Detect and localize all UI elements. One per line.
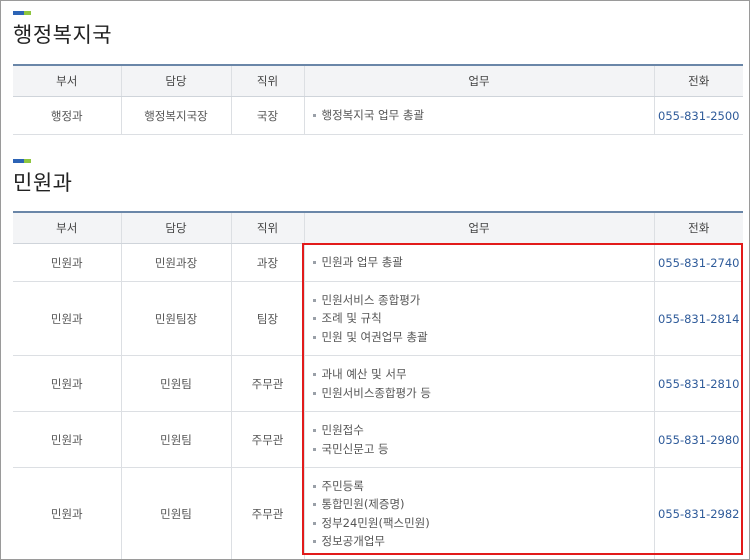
duty-item: 민원서비스종합평가 등 <box>312 384 654 403</box>
cell-role: 민원팀장 <box>120 281 231 356</box>
table-row: 민원과 민원팀 주무관 주민등록 통합민원(제증명) 정부24민원(팩스민원) … <box>13 467 743 559</box>
cell-dept: 민원과 <box>13 243 121 282</box>
duty-item: 정보공개업무 <box>312 532 654 551</box>
cell-duties: 주민등록 통합민원(제증명) 정부24민원(팩스민원) 정보공개업무 <box>303 467 654 559</box>
cell-phone[interactable]: 055-831-2982 <box>653 467 743 559</box>
section-civil-affairs: 민원과 부서 담당 직위 업무 전화 민원과 민원과장 과장 민원과 업무 총괄… <box>13 159 743 559</box>
table-row: 민원과 민원과장 과장 민원과 업무 총괄 055-831-2740 <box>13 243 743 282</box>
cell-dept: 민원과 <box>13 411 121 468</box>
section-title: 민원과 <box>13 171 73 195</box>
table-row: 민원과 민원팀 주무관 민원접수 국민신문고 등 055-831-2980 <box>13 411 743 468</box>
cell-phone[interactable]: 055-831-2740 <box>653 243 743 282</box>
header-role: 담당 <box>120 65 231 97</box>
cell-phone[interactable]: 055-831-2810 <box>653 355 743 412</box>
cell-position: 주무관 <box>230 355 304 412</box>
staff-table: 부서 담당 직위 업무 전화 행정과 행정복지국장 국장 행정복지국 업무 총괄 <box>13 64 743 135</box>
staff-table: 부서 담당 직위 업무 전화 민원과 민원과장 과장 민원과 업무 총괄 055… <box>13 211 743 559</box>
page-frame: 행정복지국 부서 담당 직위 업무 전화 행정과 행정복지국장 국장 행정복지국… <box>0 0 750 560</box>
header-position: 직위 <box>230 212 304 244</box>
duty-item: 민원 및 여권업무 총괄 <box>312 328 654 347</box>
cell-duties: 민원접수 국민신문고 등 <box>303 411 654 468</box>
header-duties: 업무 <box>303 65 654 97</box>
duty-item: 민원접수 <box>312 421 654 440</box>
duty-item: 과내 예산 및 서무 <box>312 365 654 384</box>
cell-dept: 민원과 <box>13 467 121 559</box>
cell-role: 민원팀 <box>120 467 231 559</box>
cell-dept: 민원과 <box>13 355 121 412</box>
cell-position: 국장 <box>230 96 304 135</box>
cell-position: 주무관 <box>230 467 304 559</box>
duty-item: 민원과 업무 총괄 <box>312 253 654 272</box>
title-mark-icon <box>13 159 31 163</box>
cell-role: 민원과장 <box>120 243 231 282</box>
cell-dept: 행정과 <box>13 96 121 135</box>
cell-role: 민원팀 <box>120 411 231 468</box>
cell-duties: 행정복지국 업무 총괄 <box>303 96 654 135</box>
header-phone: 전화 <box>653 212 743 244</box>
cell-duties: 민원서비스 종합평가 조례 및 규칙 민원 및 여권업무 총괄 <box>303 281 654 356</box>
cell-duties: 과내 예산 및 서무 민원서비스종합평가 등 <box>303 355 654 412</box>
table-row: 민원과 민원팀장 팀장 민원서비스 종합평가 조례 및 규칙 민원 및 여권업무… <box>13 281 743 356</box>
cell-phone[interactable]: 055-831-2500 <box>653 96 743 135</box>
header-dept: 부서 <box>13 65 121 97</box>
cell-position: 과장 <box>230 243 304 282</box>
cell-phone[interactable]: 055-831-2980 <box>653 411 743 468</box>
cell-dept: 민원과 <box>13 281 121 356</box>
cell-duties: 민원과 업무 총괄 <box>303 243 654 282</box>
cell-role: 행정복지국장 <box>120 96 231 135</box>
table-row: 행정과 행정복지국장 국장 행정복지국 업무 총괄 055-831-2500 <box>13 96 743 135</box>
title-mark-icon <box>13 11 31 15</box>
cell-position: 주무관 <box>230 411 304 468</box>
duty-item: 정부24민원(팩스민원) <box>312 514 654 533</box>
section-admin-welfare: 행정복지국 부서 담당 직위 업무 전화 행정과 행정복지국장 국장 행정복지국… <box>13 11 743 135</box>
cell-role: 민원팀 <box>120 355 231 412</box>
duty-item: 민원서비스 종합평가 <box>312 291 654 310</box>
section-title: 행정복지국 <box>13 23 113 47</box>
duty-item: 조례 및 규칙 <box>312 309 654 328</box>
cell-position: 팀장 <box>230 281 304 356</box>
duty-item: 국민신문고 등 <box>312 440 654 459</box>
header-phone: 전화 <box>653 65 743 97</box>
table-header-row: 부서 담당 직위 업무 전화 <box>13 212 743 244</box>
header-dept: 부서 <box>13 212 121 244</box>
duty-item: 통합민원(제증명) <box>312 495 654 514</box>
duty-item: 주민등록 <box>312 477 654 496</box>
header-role: 담당 <box>120 212 231 244</box>
duty-item: 행정복지국 업무 총괄 <box>312 106 654 125</box>
table-row: 민원과 민원팀 주무관 과내 예산 및 서무 민원서비스종합평가 등 055-8… <box>13 355 743 412</box>
header-duties: 업무 <box>303 212 654 244</box>
table-header-row: 부서 담당 직위 업무 전화 <box>13 65 743 97</box>
cell-phone[interactable]: 055-831-2814 <box>653 281 743 356</box>
header-position: 직위 <box>230 65 304 97</box>
